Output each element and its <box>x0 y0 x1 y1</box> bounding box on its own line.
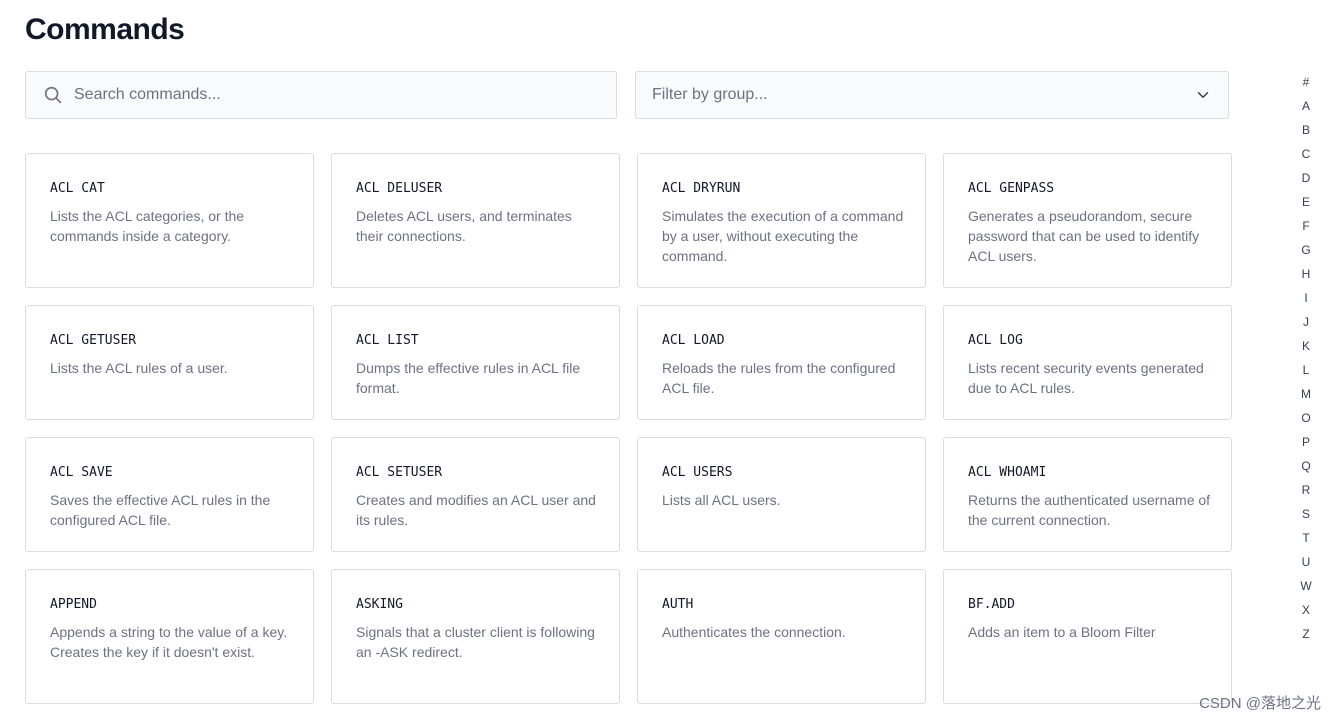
alpha-link-q[interactable]: Q <box>1301 454 1310 478</box>
filter-by-group-select[interactable]: Filter by group... <box>635 71 1229 119</box>
alpha-link-m[interactable]: M <box>1301 382 1311 406</box>
command-name: ACL GENPASS <box>968 181 1055 196</box>
command-name: ACL LOG <box>968 333 1023 348</box>
filter-placeholder: Filter by group... <box>652 86 768 103</box>
command-description: Lists the ACL rules of a user. <box>50 360 228 376</box>
command-name: ACL DRYRUN <box>662 181 741 196</box>
command-card[interactable]: ACL LOG Lists recent security events gen… <box>943 305 1232 420</box>
command-description: Returns the authenticated username of th… <box>968 492 1211 528</box>
command-description: Adds an item to a Bloom Filter <box>968 624 1156 640</box>
alpha-link-k[interactable]: K <box>1302 334 1310 358</box>
command-card[interactable]: AUTH Authenticates the connection. <box>637 569 926 704</box>
command-card[interactable]: ACL DRYRUN Simulates the execution of a … <box>637 153 926 288</box>
command-description: Appends a string to the value of a key. … <box>50 624 288 660</box>
alpha-link-z[interactable]: Z <box>1302 622 1309 646</box>
search-input[interactable] <box>74 86 574 104</box>
search-icon <box>44 86 62 104</box>
alpha-link-d[interactable]: D <box>1302 166 1311 190</box>
command-description: Saves the effective ACL rules in the con… <box>50 492 271 528</box>
command-name: ASKING <box>356 597 403 612</box>
command-name: ACL SAVE <box>50 465 113 480</box>
command-name: ACL LIST <box>356 333 419 348</box>
command-name: BF.ADD <box>968 597 1015 612</box>
command-description: Dumps the effective rules in ACL file fo… <box>356 360 581 396</box>
command-description: Signals that a cluster client is followi… <box>356 624 595 660</box>
command-description: Lists the ACL categories, or the command… <box>50 208 245 244</box>
alpha-link-r[interactable]: R <box>1302 478 1311 502</box>
command-description: Lists recent security events generated d… <box>968 360 1204 396</box>
alpha-link-g[interactable]: G <box>1301 238 1310 262</box>
alpha-link-x[interactable]: X <box>1302 598 1310 622</box>
command-card[interactable]: ACL SETUSER Creates and modifies an ACL … <box>331 437 620 552</box>
command-card[interactable]: APPEND Appends a string to the value of … <box>25 569 314 704</box>
alpha-link-a[interactable]: A <box>1302 94 1310 118</box>
command-card[interactable]: ACL GENPASS Generates a pseudorandom, se… <box>943 153 1232 288</box>
alpha-link-c[interactable]: C <box>1302 142 1311 166</box>
command-name: ACL SETUSER <box>356 465 443 480</box>
command-name: ACL CAT <box>50 181 105 196</box>
command-card[interactable]: ACL GETUSER Lists the ACL rules of a use… <box>25 305 314 420</box>
command-description: Authenticates the connection. <box>662 624 846 640</box>
alpha-link-h[interactable]: H <box>1302 262 1311 286</box>
alpha-link-b[interactable]: B <box>1302 118 1310 142</box>
command-name: ACL LOAD <box>662 333 725 348</box>
alphabet-index: # A B C D E F G H I J K L M O P Q R S T … <box>1296 70 1316 646</box>
command-description: Simulates the execution of a command by … <box>662 208 904 264</box>
command-card[interactable]: ACL SAVE Saves the effective ACL rules i… <box>25 437 314 552</box>
watermark: CSDN @落地之光 <box>1199 695 1321 712</box>
alpha-link-l[interactable]: L <box>1303 358 1310 382</box>
alpha-link-w[interactable]: W <box>1300 574 1311 598</box>
alpha-link-hash[interactable]: # <box>1303 70 1310 94</box>
command-description: Creates and modifies an ACL user and its… <box>356 492 596 528</box>
alpha-link-e[interactable]: E <box>1302 190 1310 214</box>
command-name: ACL USERS <box>662 465 733 480</box>
alpha-link-j[interactable]: J <box>1303 310 1309 334</box>
alpha-link-o[interactable]: O <box>1301 406 1310 430</box>
command-card[interactable]: ASKING Signals that a cluster client is … <box>331 569 620 704</box>
command-description: Reloads the rules from the configured AC… <box>662 360 896 396</box>
alpha-link-p[interactable]: P <box>1302 430 1310 454</box>
command-card[interactable]: ACL WHOAMI Returns the authenticated use… <box>943 437 1232 552</box>
commands-grid: ACL CAT Lists the ACL categories, or the… <box>25 153 1232 704</box>
command-description: Deletes ACL users, and terminates their … <box>356 208 572 244</box>
command-card[interactable]: ACL LOAD Reloads the rules from the conf… <box>637 305 926 420</box>
page-title: Commands <box>25 13 185 46</box>
alpha-link-t[interactable]: T <box>1302 526 1309 550</box>
alpha-link-i[interactable]: I <box>1304 286 1307 310</box>
command-description: Lists all ACL users. <box>662 492 781 508</box>
command-card[interactable]: ACL CAT Lists the ACL categories, or the… <box>25 153 314 288</box>
command-name: ACL DELUSER <box>356 181 443 196</box>
alpha-link-f[interactable]: F <box>1302 214 1309 238</box>
command-card[interactable]: BF.ADD Adds an item to a Bloom Filter <box>943 569 1232 704</box>
command-description: Generates a pseudorandom, secure passwor… <box>968 208 1200 264</box>
command-card[interactable]: ACL LIST Dumps the effective rules in AC… <box>331 305 620 420</box>
command-name: AUTH <box>662 597 694 612</box>
commands-page: Commands Filter by group... ACL CAT List… <box>0 0 1335 721</box>
alpha-link-s[interactable]: S <box>1302 502 1310 526</box>
command-name: APPEND <box>50 597 97 612</box>
command-card[interactable]: ACL DELUSER Deletes ACL users, and termi… <box>331 153 620 288</box>
chevron-down-icon <box>1197 92 1209 98</box>
command-card[interactable]: ACL USERS Lists all ACL users. <box>637 437 926 552</box>
search-box[interactable] <box>25 71 617 119</box>
command-name: ACL GETUSER <box>50 333 137 348</box>
command-name: ACL WHOAMI <box>968 465 1047 480</box>
alpha-link-u[interactable]: U <box>1302 550 1311 574</box>
